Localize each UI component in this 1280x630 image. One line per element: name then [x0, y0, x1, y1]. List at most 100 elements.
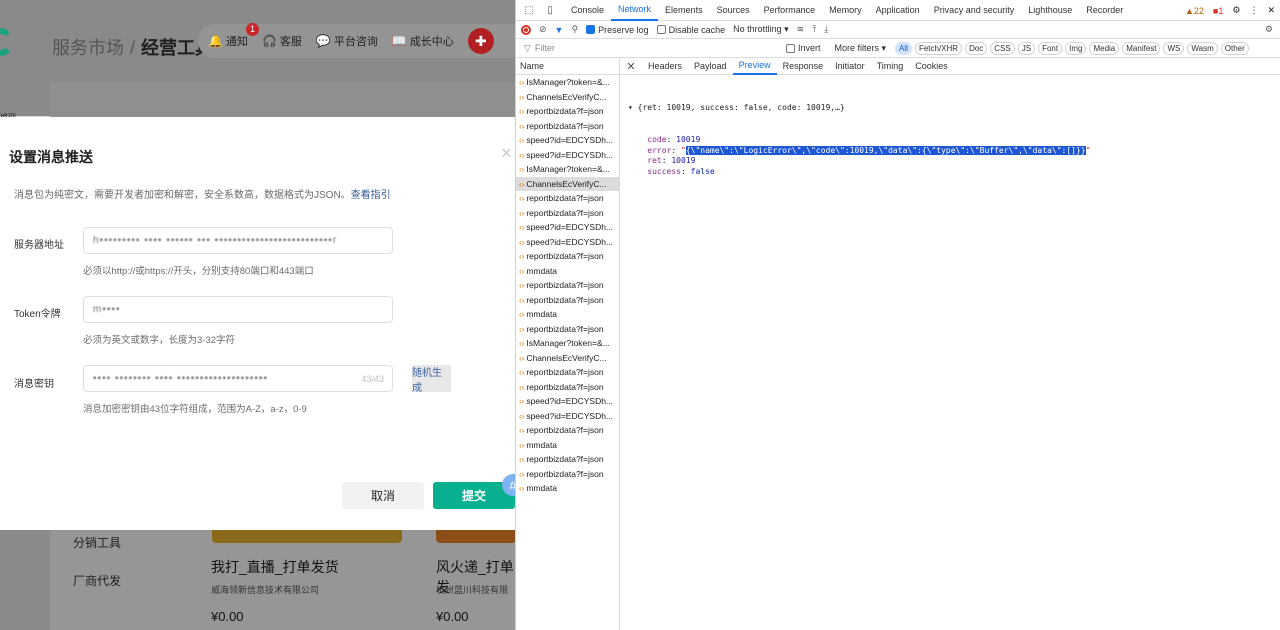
request-row[interactable]: ‹› speed?id=EDCYSDh...: [516, 148, 619, 163]
filter-chip-media[interactable]: Media: [1089, 41, 1120, 55]
network-settings-icon[interactable]: ⚙: [1265, 24, 1273, 35]
close-devtools-icon[interactable]: ✕: [1267, 5, 1275, 16]
request-row[interactable]: ‹› ChannelsEcVerifyC...: [516, 351, 619, 366]
request-row[interactable]: ‹› reportbizdata?f=json: [516, 452, 619, 467]
tab-privacy-and-security[interactable]: Privacy and security: [927, 0, 1022, 21]
tab-application[interactable]: Application: [869, 0, 927, 21]
request-row[interactable]: ‹› ChannelsEcVerifyC...: [516, 176, 619, 191]
request-row[interactable]: ‹› reportbizdata?f=json: [516, 380, 619, 395]
filter-chip-fetchxhr[interactable]: Fetch/XHR: [914, 41, 963, 55]
filter-funnel-icon[interactable]: ▼: [555, 25, 564, 35]
filter-chip-doc[interactable]: Doc: [965, 41, 988, 55]
warning-count[interactable]: ▲22: [1185, 6, 1204, 16]
tab-performance[interactable]: Performance: [757, 0, 823, 21]
request-row[interactable]: ‹› mmdata: [516, 438, 619, 453]
tab-memory[interactable]: Memory: [822, 0, 869, 21]
filter-chip-js[interactable]: JS: [1017, 41, 1036, 55]
filter-chip-css[interactable]: CSS: [990, 41, 1015, 55]
disable-cache-checkbox[interactable]: Disable cache: [656, 25, 725, 35]
invert-checkbox[interactable]: Invert: [786, 43, 821, 53]
request-row[interactable]: ‹› reportbizdata?f=json: [516, 423, 619, 438]
search-icon[interactable]: ⚲: [571, 24, 578, 35]
request-row[interactable]: ‹› reportbizdata?f=json: [516, 467, 619, 482]
request-row[interactable]: ‹› reportbizdata?f=json: [516, 365, 619, 380]
request-row[interactable]: ‹› speed?id=EDCYSDh...: [516, 235, 619, 250]
request-row[interactable]: ‹› reportbizdata?f=json: [516, 249, 619, 264]
tab-console[interactable]: Console: [564, 0, 611, 21]
inspect-element-icon[interactable]: ⬚: [521, 3, 537, 17]
request-row[interactable]: ‹› reportbizdata?f=json: [516, 278, 619, 293]
detail-tab-response[interactable]: Response: [777, 58, 830, 75]
record-icon[interactable]: [521, 24, 531, 35]
detail-tab-timing[interactable]: Timing: [871, 58, 910, 75]
nav-growth-center[interactable]: 📖 成长中心: [392, 33, 454, 49]
close-detail-icon[interactable]: ✕: [620, 60, 642, 73]
filter-input[interactable]: ▽ Filter: [516, 43, 786, 54]
preview-property[interactable]: error: "{\"name\":\"LogicError\",\"code\…: [628, 145, 1090, 157]
close-icon[interactable]: ×: [501, 143, 512, 164]
filter-chip-ws[interactable]: WS: [1163, 41, 1185, 55]
filter-chip-img[interactable]: Img: [1065, 41, 1087, 55]
avatar[interactable]: ✚: [467, 28, 494, 54]
detail-tab-initiator[interactable]: Initiator: [829, 58, 871, 75]
error-count[interactable]: ■1: [1213, 6, 1223, 16]
encoding-key-input[interactable]: ▪▪▪▪ ▪▪▪▪▪▪▪▪ ▪▪▪▪ ▪▪▪▪▪▪▪▪▪▪▪▪▪▪▪▪▪▪▪▪ …: [83, 365, 393, 392]
breadcrumb-parent[interactable]: 服务市场: [52, 38, 124, 58]
preview-property[interactable]: code: 10019: [628, 135, 1090, 146]
detail-tab-preview[interactable]: Preview: [732, 58, 777, 75]
filter-chip-all[interactable]: All: [895, 41, 912, 55]
request-row[interactable]: ‹› reportbizdata?f=json: [516, 119, 619, 134]
nav-platform-consult[interactable]: 💬 平台咨询: [316, 33, 378, 49]
request-row[interactable]: ‹› reportbizdata?f=json: [516, 104, 619, 119]
preserve-log-checkbox[interactable]: Preserve log: [586, 25, 649, 35]
request-row[interactable]: ‹› mmdata: [516, 481, 619, 496]
more-options-icon[interactable]: ⋮: [1249, 5, 1258, 16]
server-url-input[interactable]: h▪▪▪▪▪▪▪▪▪ ▪▪▪▪ ▪▪▪▪▪▪ ▪▪▪ ▪▪▪▪▪▪▪▪▪▪▪▪▪…: [83, 227, 393, 254]
detail-tab-payload[interactable]: Payload: [688, 58, 733, 75]
request-row[interactable]: ‹› speed?id=EDCYSDh...: [516, 394, 619, 409]
import-har-icon[interactable]: ⤒: [812, 24, 816, 35]
request-row[interactable]: ‹› speed?id=EDCYSDh...: [516, 133, 619, 148]
throttling-select[interactable]: No throttling ▾: [733, 24, 789, 35]
request-row[interactable]: ‹› speed?id=EDCYSDh...: [516, 220, 619, 235]
tab-elements[interactable]: Elements: [658, 0, 710, 21]
request-row[interactable]: ‹› mmdata: [516, 307, 619, 322]
request-row[interactable]: ‹› reportbizdata?f=json: [516, 191, 619, 206]
request-row[interactable]: ‹› mmdata: [516, 264, 619, 279]
filter-chip-other[interactable]: Other: [1220, 41, 1249, 55]
request-row[interactable]: ‹› reportbizdata?f=json: [516, 206, 619, 221]
product-name[interactable]: 我打_直播_打单发货: [211, 557, 339, 577]
filter-chip-font[interactable]: Font: [1038, 41, 1063, 55]
more-filters-dropdown[interactable]: More filters ▾: [835, 43, 887, 54]
device-toolbar-icon[interactable]: ▯: [542, 3, 558, 17]
network-conditions-icon[interactable]: ≋: [797, 24, 805, 35]
tab-lighthouse[interactable]: Lighthouse: [1021, 0, 1079, 21]
clear-icon[interactable]: ⊘: [539, 24, 547, 35]
preview-summary[interactable]: ▾ {ret: 10019, success: false, code: 100…: [628, 103, 1090, 114]
preview-property[interactable]: ret: 10019: [628, 156, 1090, 167]
random-generate-button[interactable]: 随机生成: [412, 365, 451, 394]
request-row[interactable]: ‹› reportbizdata?f=json: [516, 293, 619, 308]
request-row[interactable]: ‹› speed?id=EDCYSDh...: [516, 409, 619, 424]
menu-item-vendor-shipping[interactable]: 厂商代发: [73, 572, 121, 589]
app-logo-icon[interactable]: [0, 28, 14, 56]
tab-recorder[interactable]: Recorder: [1079, 0, 1130, 21]
settings-gear-icon[interactable]: ⚙: [1232, 5, 1240, 16]
export-har-icon[interactable]: ⤓: [824, 24, 828, 35]
request-row[interactable]: ‹› IsManager?token=&...: [516, 336, 619, 351]
token-input[interactable]: m▪▪▪▪: [83, 296, 393, 323]
view-guide-link[interactable]: 查看指引: [351, 190, 391, 201]
preview-property[interactable]: success: false: [628, 167, 1090, 178]
tab-network[interactable]: Network: [611, 0, 659, 21]
nav-notifications[interactable]: 🔔 通知 1: [208, 23, 260, 49]
tab-sources[interactable]: Sources: [710, 0, 757, 21]
cancel-button[interactable]: 取消: [342, 482, 424, 509]
name-column-header[interactable]: Name: [516, 58, 619, 75]
nav-customer-service[interactable]: 🎧 客服: [262, 33, 302, 49]
request-row[interactable]: ‹› IsManager?token=&...: [516, 75, 619, 90]
detail-tab-cookies[interactable]: Cookies: [909, 58, 954, 75]
filter-chip-manifest[interactable]: Manifest: [1122, 41, 1161, 55]
detail-tab-headers[interactable]: Headers: [642, 58, 688, 75]
request-row[interactable]: ‹› reportbizdata?f=json: [516, 322, 619, 337]
filter-chip-wasm[interactable]: Wasm: [1187, 41, 1218, 55]
